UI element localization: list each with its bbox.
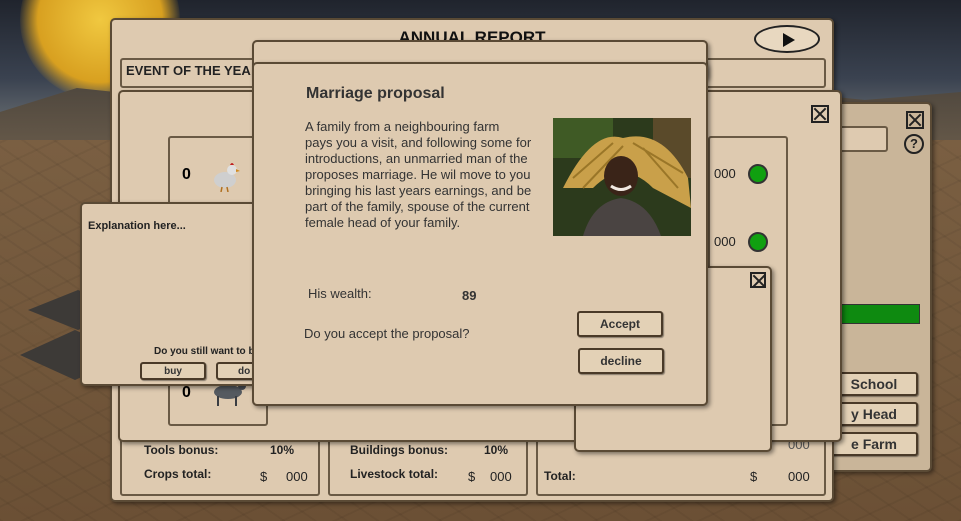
explanation-dialog: Explanation here... Do you still want to… (80, 202, 282, 386)
farm-button[interactable]: e Farm (830, 432, 918, 456)
close-icon[interactable] (811, 105, 829, 123)
tools-bonus-value: 10% (270, 443, 295, 457)
play-icon (783, 33, 795, 47)
buildings-bonus-value: 10% (484, 443, 509, 457)
play-button[interactable] (754, 25, 820, 53)
description-line: part of the family, spouse of the curren… (305, 199, 530, 214)
suitor-portrait (553, 118, 691, 236)
close-icon[interactable] (750, 272, 766, 288)
status-indicator-green (748, 232, 768, 252)
value-row-2: 000 (714, 234, 736, 249)
wealth-value: 89 (462, 288, 477, 303)
buildings-bonus-label: Buildings bonus: (350, 443, 448, 457)
chicken-count: 0 (182, 166, 191, 183)
decline-button[interactable]: decline (578, 348, 664, 374)
side-menu-panel: ? School y Head e Farm (828, 102, 932, 472)
buy-button[interactable]: buy (140, 362, 206, 380)
value-row-1: 000 (714, 166, 736, 181)
explanation-text: Explanation here... (88, 220, 186, 232)
tools-bonus-label: Tools bonus: (144, 443, 219, 457)
description-line: pays you a visit, and following some for (305, 135, 532, 150)
description-line: proposes marriage. He wil move to you (305, 167, 531, 182)
progress-bar-fill (840, 304, 920, 324)
livestock-total-currency: $ (468, 469, 476, 484)
description-line: bringing his last years earnings, and be (305, 183, 532, 198)
total-label: Total: (544, 469, 576, 483)
wealth-label: His wealth: (308, 286, 372, 301)
status-indicator-green (748, 164, 768, 184)
goat-count: 0 (182, 384, 191, 401)
livestock-total-label: Livestock total: (350, 467, 439, 481)
chicken-icon (214, 163, 240, 192)
total-value: 000 (788, 469, 810, 484)
description-line: A family from a neighbouring farm (305, 119, 500, 134)
event-header-label: EVENT OF THE YEA (126, 63, 251, 78)
marriage-proposal-dialog: Marriage proposal A family from a neighb… (252, 62, 708, 406)
dialog-title: Marriage proposal (306, 85, 445, 102)
description-line: introductions, an unmarried man of the (305, 151, 528, 166)
crops-total-value: 000 (286, 469, 308, 484)
side-input-field[interactable] (836, 126, 888, 152)
purchase-question: Do you still want to b (154, 346, 255, 357)
help-icon[interactable]: ? (904, 134, 924, 154)
proposal-question: Do you accept the proposal? (304, 326, 470, 341)
total-currency: $ (750, 469, 758, 484)
description-line: female head of your family. (305, 215, 461, 230)
accept-button[interactable]: Accept (577, 311, 663, 337)
livestock-total-value: 000 (490, 469, 512, 484)
crops-total-currency: $ (260, 469, 268, 484)
proposal-description: A family from a neighbouring farm pays y… (305, 119, 549, 231)
school-button[interactable]: School (830, 372, 918, 396)
close-icon[interactable] (906, 111, 924, 129)
crops-total-label: Crops total: (144, 467, 212, 481)
family-head-button[interactable]: y Head (830, 402, 918, 426)
